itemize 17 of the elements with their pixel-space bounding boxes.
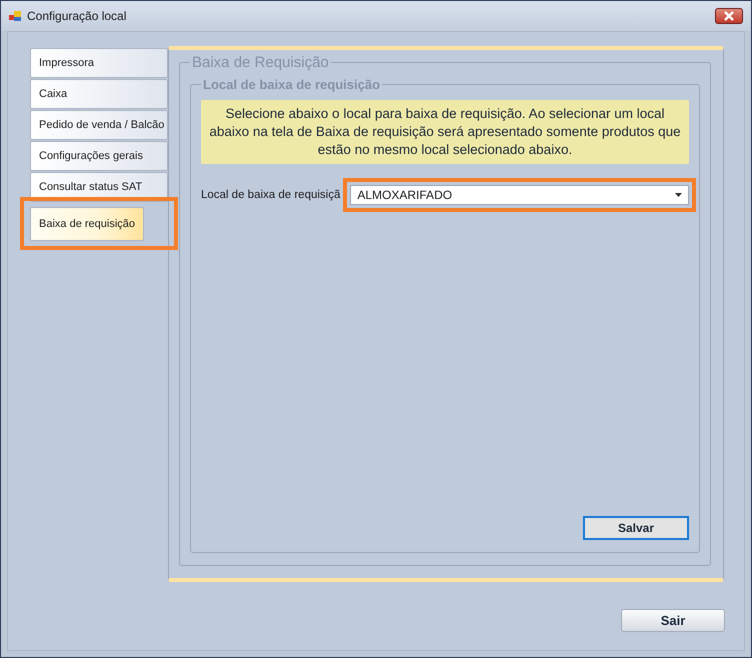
dropdown[interactable]: ALMOXARIFADO	[350, 185, 689, 205]
group-title: Local de baixa de requisição	[202, 77, 382, 92]
field-label: Local de baixa de requisiçã	[201, 189, 340, 201]
panel-title: Baixa de Requisição	[191, 54, 330, 71]
sidebar-tab[interactable]: Impressora	[30, 48, 168, 78]
close-icon	[723, 11, 735, 21]
sidebar-tab[interactable]: Baixa de requisição	[30, 207, 144, 241]
sidebar-tab[interactable]: Configurações gerais	[30, 141, 168, 171]
caret-icon	[675, 193, 682, 197]
sidebar-tab[interactable]: Caixa	[30, 79, 168, 109]
sidebar-tab[interactable]: Pedido de venda / Balcão	[30, 110, 168, 140]
app-icon	[9, 10, 21, 22]
close-button[interactable]	[715, 8, 743, 24]
save-button[interactable]: Salvar	[583, 516, 689, 540]
exit-button[interactable]: Sair	[621, 609, 725, 632]
window-title: Configuração local	[27, 9, 128, 23]
info-note: Selecione abaixo o local para baixa de requisição. Ao selecionar um local abaixo na tela de Baixa de requisição será apresentado somente produtos que estão no mesmo local selecionado abaixo.	[201, 100, 689, 164]
